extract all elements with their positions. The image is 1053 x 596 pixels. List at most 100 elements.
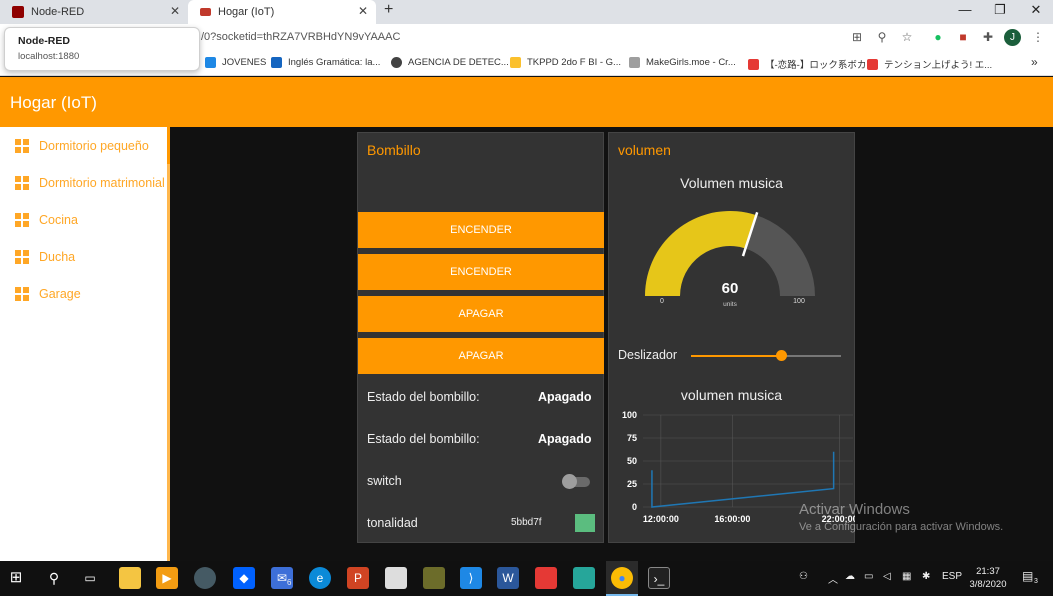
notification-count: 3	[1034, 578, 1038, 585]
browser-tab-bar: Node-RED ✕ Hogar (IoT) ✕ + — ❐ ✕	[0, 0, 1053, 24]
sidebar-item-cocina[interactable]: Cocina	[0, 201, 167, 238]
snipping-tool-icon[interactable]	[573, 567, 595, 589]
zoom-icon[interactable]: ⚲	[873, 30, 891, 44]
tab-hogar-iot[interactable]: Hogar (IoT) ✕	[188, 0, 376, 24]
file-explorer-icon[interactable]	[119, 567, 141, 589]
gauge-fill	[645, 211, 757, 296]
bookmark-item[interactable]: AGENCIA DE DETEC...	[391, 57, 509, 68]
extensions-puzzle-icon[interactable]: ✚	[979, 30, 997, 44]
onedrive-icon[interactable]: ☁	[845, 571, 855, 582]
input-language[interactable]: ESP	[942, 571, 962, 582]
switch-knob[interactable]	[562, 474, 577, 489]
bookmark-item[interactable]: TKPPD 2do F BI - G...	[510, 57, 621, 68]
activate-windows-watermark: Activar Windows	[799, 501, 910, 518]
battery-icon[interactable]: ▭	[864, 571, 873, 582]
y-tick-label: 75	[627, 433, 637, 443]
chrome-icon[interactable]: ●	[611, 567, 633, 589]
windows-start-icon[interactable]: ⊞	[5, 567, 27, 589]
card-title: Bombillo	[367, 142, 421, 158]
encender-button[interactable]: ENCENDER	[358, 254, 604, 290]
extension-grammarly-icon[interactable]: ●	[929, 30, 947, 44]
tab-hover-card: Node-RED localhost:1880	[4, 27, 200, 71]
dashboard-grid-icon	[15, 175, 29, 190]
vscode-icon[interactable]: ⟩	[460, 567, 482, 589]
bookmark-item[interactable]: 【-恋路-】ロック系ボカ...	[748, 57, 874, 71]
windows-taskbar: ⊞ ⚲ ▭ ▶ ◆ ✉ 6 e P ⟩ W ● ›_ ⚇ ︿ ☁ ▭ ◁ ▦ ✱…	[0, 561, 1053, 596]
media-player-icon[interactable]: ▶	[156, 567, 178, 589]
app-icon[interactable]	[535, 567, 557, 589]
task-view-icon[interactable]: ▭	[79, 567, 101, 589]
minimize-icon[interactable]: —	[947, 2, 983, 17]
volume-gauge: 60 units 0 100	[645, 211, 815, 308]
app-icon[interactable]	[194, 567, 216, 589]
translate-icon[interactable]: ⊞	[848, 30, 866, 44]
url-text[interactable]: /0?socketid=thRZA7VRBHdYN9vYAAAC	[201, 31, 400, 43]
drive-icon	[510, 57, 521, 68]
whiteboard-icon[interactable]	[385, 567, 407, 589]
node-red-favicon-icon	[200, 8, 211, 16]
sidebar-item-dormitorio-pequeno[interactable]: Dormitorio pequeño	[0, 127, 170, 164]
tab-node-red[interactable]: Node-RED ✕	[0, 0, 188, 24]
switch-label: switch	[367, 474, 402, 488]
people-icon[interactable]: ⚇	[799, 571, 808, 582]
close-window-icon[interactable]: ✕	[1018, 2, 1053, 18]
gauge-value: 60	[722, 280, 739, 297]
youtube-icon	[748, 58, 759, 70]
edge-icon[interactable]: e	[309, 567, 331, 589]
sidebar: Dormitorio pequeño Dormitorio matrimonia…	[0, 127, 170, 561]
show-hidden-icons-chevron[interactable]: ︿	[828, 571, 838, 586]
mail-badge: 6	[287, 578, 292, 587]
new-tab-button[interactable]: +	[384, 1, 393, 19]
tab-title: Node-RED	[31, 6, 85, 18]
bookmark-star-icon[interactable]: ☆	[898, 30, 916, 44]
chart-series-line	[651, 451, 835, 508]
more-bookmarks-icon[interactable]: »	[1031, 55, 1038, 69]
bluetooth-icon[interactable]: ✱	[922, 571, 930, 582]
bookmark-icon	[629, 57, 640, 68]
word-icon[interactable]: W	[497, 567, 519, 589]
x-tick-label: 16:00:00	[714, 514, 750, 524]
encender-button[interactable]: ENCENDER	[358, 212, 604, 248]
apagar-button[interactable]: APAGAR	[358, 296, 604, 332]
bookmark-item[interactable]: テンション上げよう! エ...	[867, 57, 992, 71]
system-clock[interactable]: 21:37 3/8/2020	[962, 565, 1014, 591]
bookmark-item[interactable]: Inglés Gramática: la...	[271, 57, 380, 68]
close-tab-icon[interactable]: ✕	[358, 4, 368, 18]
bookmark-item[interactable]: JOVENES	[205, 57, 266, 68]
sidebar-item-garage[interactable]: Garage	[0, 275, 167, 312]
card-title: volumen	[618, 142, 671, 158]
dropbox-icon[interactable]: ◆	[233, 567, 255, 589]
status-label: Estado del bombillo:	[367, 390, 480, 404]
action-center-icon[interactable]: ▤	[1022, 569, 1033, 583]
y-tick-label: 25	[627, 479, 637, 489]
volume-icon[interactable]: ◁	[883, 571, 891, 582]
terminal-icon[interactable]: ›_	[648, 567, 670, 589]
color-label: tonalidad	[367, 516, 418, 530]
more-menu-icon[interactable]: ⋮	[1029, 30, 1047, 44]
slider-thumb[interactable]	[776, 350, 787, 361]
color-picker-swatch[interactable]	[575, 514, 595, 532]
gauge-max-label: 100	[793, 298, 805, 305]
dashboard-grid-icon	[15, 212, 29, 227]
dashboard-grid-icon	[15, 286, 29, 301]
youtube-icon	[867, 58, 878, 70]
extension-pdf-icon[interactable]: ■	[954, 30, 972, 44]
restore-icon[interactable]: ❐	[982, 2, 1018, 18]
sidebar-item-ducha[interactable]: Ducha	[0, 238, 167, 275]
gauge-units: units	[723, 301, 737, 308]
powerpoint-icon[interactable]: P	[347, 567, 369, 589]
apagar-button[interactable]: APAGAR	[358, 338, 604, 374]
profile-avatar[interactable]: J	[1004, 29, 1021, 46]
app-icon[interactable]	[423, 567, 445, 589]
bookmark-icon	[271, 57, 282, 68]
tooltip-title: Node-RED	[18, 35, 70, 47]
status-value: Apagado	[538, 432, 592, 446]
sidebar-item-dormitorio-matrimonial[interactable]: Dormitorio matrimonial	[0, 164, 167, 201]
color-hex-value: 5bbd7f	[511, 517, 542, 528]
search-icon[interactable]: ⚲	[43, 567, 65, 589]
bookmark-item[interactable]: MakeGirls.moe - Cr...	[629, 57, 736, 68]
slider-label: Deslizador	[618, 348, 678, 362]
y-tick-label: 50	[627, 456, 637, 466]
close-tab-icon[interactable]: ✕	[170, 4, 180, 18]
network-icon[interactable]: ▦	[902, 571, 911, 582]
